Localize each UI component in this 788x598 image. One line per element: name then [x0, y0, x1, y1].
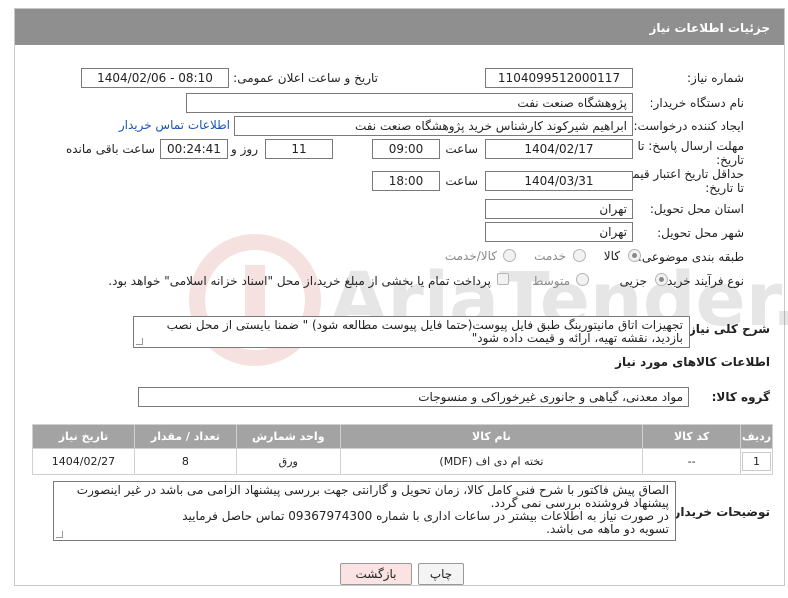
goods-group-field: مواد معدنی، گیاهی و جانوری غیرخوراکی و م…: [138, 387, 689, 407]
category-service-radio[interactable]: [573, 249, 586, 262]
col-code: کد کالا: [642, 424, 742, 449]
need-number-field: 1104099512000117: [485, 68, 633, 88]
description-label: شرح کلی نیاز:: [684, 322, 770, 336]
process-minor-label: جزیی: [619, 274, 647, 288]
category-goods-service-radio[interactable]: [503, 249, 516, 262]
col-index: ردیف: [740, 424, 773, 449]
announce-field: 1404/02/06 - 08:10: [81, 68, 229, 88]
category-goods-radio[interactable]: [628, 249, 641, 262]
treasury-payment-note: پرداخت تمام یا بخشی از مبلغ خرید،از محل …: [108, 274, 491, 288]
category-goods-label: کالا: [603, 249, 620, 263]
buyer-org-label: نام دستگاه خریدار:: [649, 96, 745, 110]
need-number-label: شماره نیاز:: [687, 71, 744, 85]
city-field: تهران: [485, 222, 633, 242]
validity-label-date: تا تاریخ:: [705, 181, 744, 195]
announce-label: تاریخ و ساعت اعلان عمومی:: [233, 71, 378, 85]
process-medium-radio[interactable]: [576, 273, 589, 286]
creator-field: ابراهیم شیرکوند کارشناس خرید پژوهشگاه صن…: [234, 116, 633, 136]
city-label: شهر محل تحویل:: [657, 226, 744, 240]
process-minor-radio[interactable]: [655, 273, 668, 286]
row-qty: 8: [133, 448, 237, 475]
validity-time-label: ساعت: [445, 174, 478, 188]
col-name: نام کالا: [339, 424, 644, 449]
buyer-notes-line-4: تسویه دو ماهه می باشد.: [546, 522, 669, 536]
goods-table-header: ردیف کد کالا نام کالا واحد شمارش تعداد /…: [32, 424, 773, 449]
process-medium-label: متوسط: [532, 274, 570, 288]
buyer-contact-link[interactable]: اطلاعات تماس خریدار: [119, 118, 230, 132]
days-field: 11: [265, 139, 333, 159]
row-unit: ورق: [235, 448, 341, 475]
validity-label: حداقل تاریخ اعتبار قیمت:: [617, 167, 744, 181]
col-unit: واحد شمارش: [235, 424, 341, 449]
goods-section-title: اطلاعات کالاهای مورد نیاز: [615, 355, 770, 369]
back-button[interactable]: بازگشت: [340, 563, 412, 585]
deadline-time-field: 09:00: [372, 139, 440, 159]
deadline-label: مهلت ارسال پاسخ: تا: [637, 139, 744, 153]
category-goods-service-label: کالا/خدمت: [444, 249, 497, 263]
category-service-label: خدمت: [534, 249, 566, 263]
description-text: تجهیزات اتاق مانیتورینگ طبق فایل پیوست(ح…: [133, 316, 690, 348]
treasury-payment-checkbox[interactable]: [497, 273, 509, 285]
buyer-notes-text: الصاق پیش فاکتور با شرح فنی کامل کالا، ز…: [53, 481, 676, 541]
process-label: نوع فرآیند خرید :: [659, 274, 744, 288]
days-label: روز و: [231, 142, 258, 156]
description-line-2: بازدید، نقشه تهیه، ارائه و قیمت داده شود…: [471, 331, 683, 345]
print-button[interactable]: چاپ: [418, 563, 464, 585]
buyer-notes-resize-handle[interactable]: [56, 531, 63, 538]
row-code: --: [642, 448, 742, 475]
remaining-field: 00:24:41: [160, 139, 228, 159]
province-label: استان محل تحویل:: [649, 202, 744, 216]
col-qty: تعداد / مقدار: [133, 424, 237, 449]
validity-date-field: 1404/03/31: [485, 171, 633, 191]
description-resize-handle[interactable]: [136, 338, 143, 345]
row-index: 1: [740, 448, 773, 475]
creator-label: ایجاد کننده درخواست:: [633, 119, 744, 133]
deadline-date-field: 1404/02/17: [485, 139, 633, 159]
table-row: 1 -- تخته ام دی اف (MDF) ورق 8 1404/02/2…: [32, 448, 773, 475]
province-field: تهران: [485, 199, 633, 219]
row-name: تخته ام دی اف (MDF): [339, 448, 644, 475]
category-label: طبقه بندی موضوعی:: [637, 250, 744, 264]
col-date: تاریخ نیاز: [32, 424, 135, 449]
buyer-notes-label: توضیحات خریدار:: [668, 505, 770, 519]
goods-table: ردیف کد کالا نام کالا واحد شمارش تعداد /…: [32, 424, 773, 475]
deadline-time-label: ساعت: [445, 142, 478, 156]
validity-time-field: 18:00: [372, 171, 440, 191]
row-date: 1404/02/27: [32, 448, 135, 475]
panel-title: جزئیات اطلاعات نیاز: [15, 9, 784, 45]
goods-group-label: گروه کالا:: [711, 390, 770, 404]
remaining-label: ساعت باقی مانده: [65, 142, 155, 156]
deadline-label-date: تاریخ:: [716, 153, 744, 167]
buyer-org-field: پژوهشگاه صنعت نفت: [186, 93, 633, 113]
